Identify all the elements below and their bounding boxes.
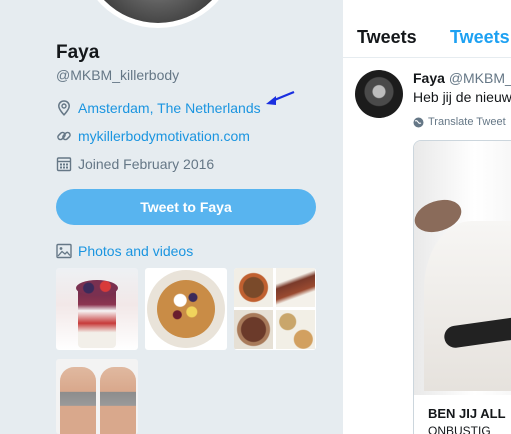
location-link[interactable]: Amsterdam, The Netherlands bbox=[78, 100, 261, 116]
card-image-subject bbox=[424, 221, 511, 391]
photo-thumbnail-image bbox=[76, 280, 118, 296]
timeline-tabs: Tweets Tweets bbox=[343, 0, 511, 58]
calendar-icon bbox=[56, 156, 72, 172]
globe-icon bbox=[413, 117, 424, 128]
photo-thumbnail-image bbox=[157, 280, 215, 338]
profile-location[interactable]: Amsterdam, The Netherlands bbox=[56, 98, 261, 118]
card-title: BEN JIJ ALL bbox=[428, 406, 506, 421]
profile-avatar-frame[interactable] bbox=[78, 0, 238, 28]
tweet-handle: @MKBM_k bbox=[448, 70, 511, 86]
profile-joined: Joined February 2016 bbox=[56, 154, 214, 174]
profile-sidebar: Faya @MKBM_killerbody Amsterdam, The Net… bbox=[0, 0, 342, 434]
photos-label[interactable]: Photos and videos bbox=[78, 243, 193, 259]
link-icon bbox=[56, 128, 72, 144]
profile-handle: @MKBM_killerbody bbox=[56, 67, 180, 83]
photo-thumbnail-image bbox=[276, 268, 315, 307]
image-icon bbox=[56, 243, 72, 259]
translate-label[interactable]: Translate Tweet bbox=[428, 116, 506, 128]
profile-website[interactable]: mykillerbodymotivation.com bbox=[56, 126, 250, 146]
card-subtitle: ONBUSTIG bbox=[428, 424, 491, 434]
profile-name[interactable]: Faya bbox=[56, 42, 99, 64]
photos-and-videos-link[interactable]: Photos and videos bbox=[56, 243, 193, 259]
joined-date: Joined February 2016 bbox=[78, 156, 215, 172]
profile-avatar[interactable] bbox=[83, 0, 233, 23]
tweet-link-card[interactable]: BEN JIJ ALL ONBUSTIG bbox=[413, 140, 511, 434]
location-pin-icon bbox=[56, 100, 72, 116]
translate-tweet-link[interactable]: Translate Tweet bbox=[413, 116, 506, 128]
photo-thumbnail[interactable] bbox=[56, 268, 138, 350]
photo-thumbnail[interactable] bbox=[56, 359, 138, 434]
arrow-icon bbox=[266, 90, 295, 105]
photo-thumbnail-image bbox=[276, 310, 315, 349]
tab-tweets[interactable]: Tweets bbox=[357, 27, 417, 48]
photo-thumbnail[interactable] bbox=[234, 268, 316, 350]
tweet-header: Faya @MKBM_k bbox=[413, 70, 511, 86]
tweet-to-button[interactable]: Tweet to Faya bbox=[56, 189, 316, 225]
photo-thumbnail-image bbox=[60, 367, 96, 434]
tweet-author[interactable]: Faya bbox=[413, 70, 445, 86]
photo-thumbnail-image bbox=[234, 310, 273, 349]
card-image bbox=[414, 141, 511, 395]
photo-thumbnail-image bbox=[234, 268, 273, 307]
tweet-avatar[interactable] bbox=[355, 70, 403, 118]
timeline: Tweets Tweets Faya @MKBM_k Heb jij de ni… bbox=[342, 0, 511, 434]
photo-thumbnail-image bbox=[100, 367, 136, 434]
website-link[interactable]: mykillerbodymotivation.com bbox=[78, 128, 250, 144]
tab-tweets-active[interactable]: Tweets bbox=[450, 27, 510, 48]
photo-thumbnail[interactable] bbox=[145, 268, 227, 350]
tweet-text: Heb jij de nieuw bbox=[413, 89, 511, 105]
